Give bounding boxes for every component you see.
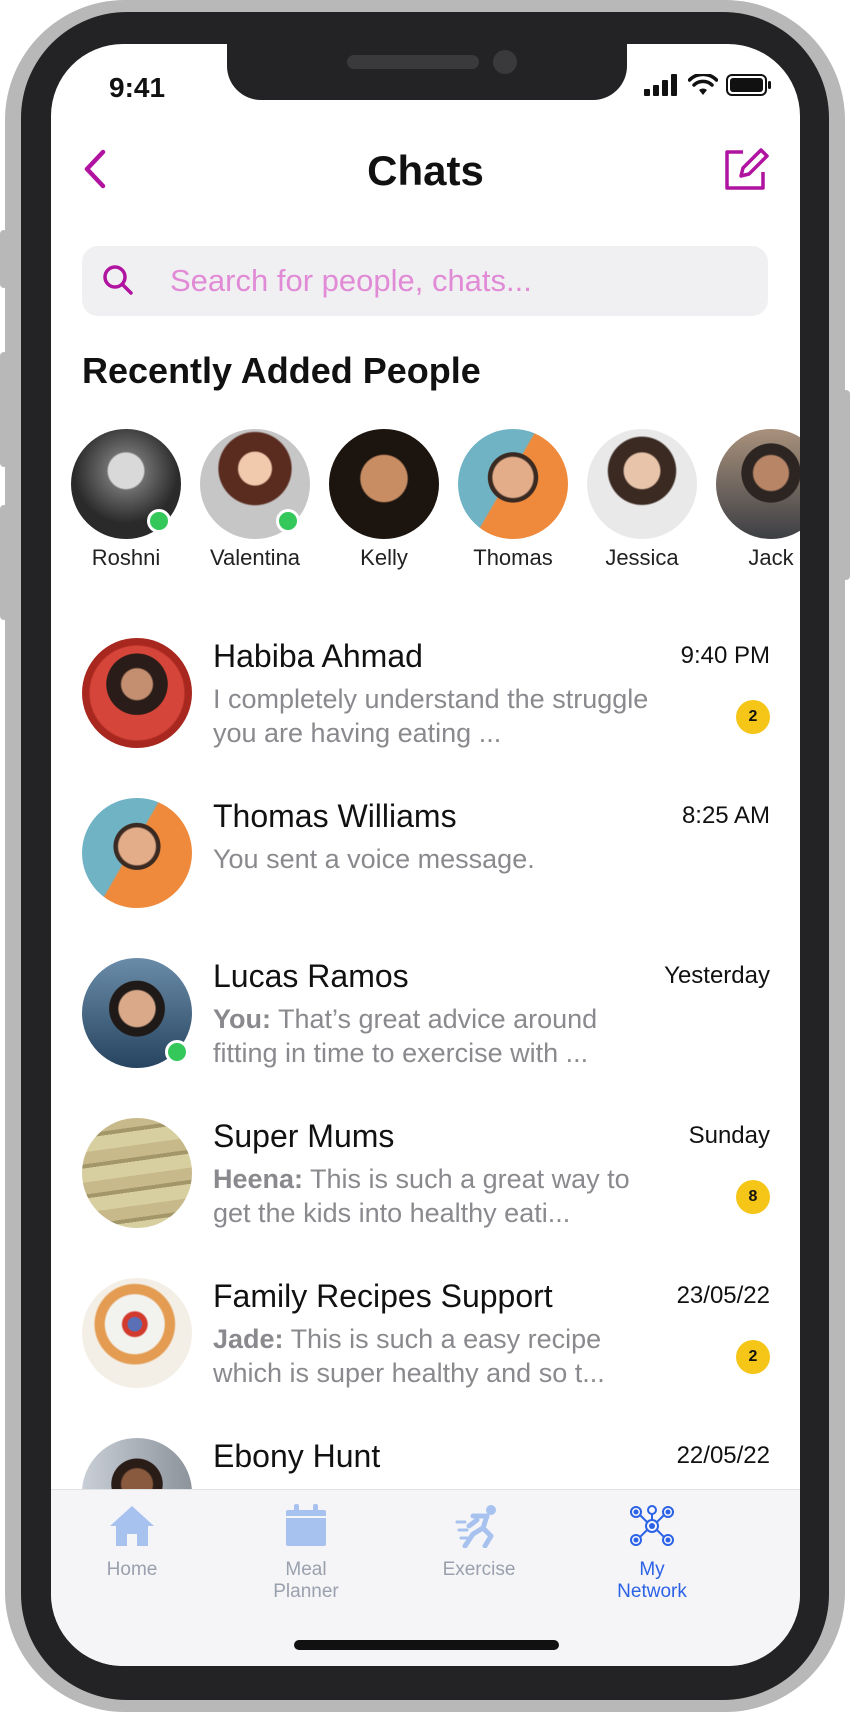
person-name: Kelly xyxy=(360,545,408,570)
recently-added-title: Recently Added People xyxy=(82,350,481,391)
avatar xyxy=(329,429,439,539)
notch xyxy=(227,44,627,100)
power-button xyxy=(842,390,850,580)
tab-my-network[interactable]: My Network xyxy=(577,1504,727,1603)
wifi-icon xyxy=(688,74,718,95)
network-icon xyxy=(630,1505,674,1546)
unread-badge: 8 xyxy=(736,1180,770,1214)
tab-meal-planner[interactable]: Meal Planner xyxy=(231,1504,381,1603)
chat-item-thomas-williams[interactable]: Thomas Williams 8:25 AM You sent a voice… xyxy=(51,798,800,948)
unread-badge: 2 xyxy=(736,700,770,734)
avatar xyxy=(587,429,697,539)
tab-label: My Network xyxy=(617,1559,687,1602)
chat-time: 9:40 PM xyxy=(680,642,770,669)
compose-button[interactable] xyxy=(721,144,771,194)
tab-label: Meal Planner xyxy=(273,1559,339,1602)
chat-name: Family Recipes Support xyxy=(213,1278,553,1314)
mute-switch xyxy=(0,230,8,288)
search-placeholder: Search for people, chats... xyxy=(170,263,532,298)
person-name: Roshni xyxy=(91,545,161,570)
chat-preview: Heena: This is such a great way to get t… xyxy=(213,1162,663,1230)
app-screen: 9:41 Chats Search for people, chats... R… xyxy=(51,44,800,1666)
chat-preview: I completely understand the struggle you… xyxy=(213,684,649,748)
person-valentina[interactable]: Valentina xyxy=(190,429,320,571)
tab-home[interactable]: Home xyxy=(57,1504,207,1581)
avatar xyxy=(82,1118,192,1228)
person-name: Thomas xyxy=(473,545,553,570)
tab-exercise[interactable]: Exercise xyxy=(404,1504,554,1581)
message-text: That’s great advice around fitting in ti… xyxy=(213,1004,598,1068)
search-icon xyxy=(103,265,133,295)
message-sender: Heena: xyxy=(213,1164,304,1194)
person-roshni[interactable]: Roshni xyxy=(61,429,191,571)
search-input[interactable]: Search for people, chats... xyxy=(82,246,768,316)
person-jessica[interactable]: Jessica xyxy=(577,429,707,571)
recently-added-people[interactable]: Roshni Valentina Kelly Thomas Jessica Ja… xyxy=(51,429,800,579)
avatar xyxy=(82,638,192,748)
volume-down-button xyxy=(0,505,8,620)
chat-item-lucas-ramos[interactable]: Lucas Ramos Yesterday You: That’s great … xyxy=(51,958,800,1108)
chat-time: 23/05/22 xyxy=(676,1282,770,1309)
volume-up-button xyxy=(0,352,8,467)
chat-time: Yesterday xyxy=(664,962,770,989)
message-sender: You: xyxy=(213,1004,271,1034)
chat-item-habiba-ahmad[interactable]: Habiba Ahmad 9:40 PM I completely unders… xyxy=(51,638,800,788)
person-name: Jessica xyxy=(605,545,679,570)
chat-time: 22/05/22 xyxy=(676,1442,770,1469)
home-indicator[interactable] xyxy=(294,1640,559,1650)
person-thomas[interactable]: Thomas xyxy=(448,429,578,571)
status-icons xyxy=(644,74,772,96)
person-name: Valentina xyxy=(209,545,301,570)
signal-icon xyxy=(644,74,677,96)
camera xyxy=(493,50,517,74)
chat-name: Ebony Hunt xyxy=(213,1438,381,1474)
avatar xyxy=(82,798,192,908)
online-indicator xyxy=(147,509,171,533)
avatar xyxy=(716,429,800,539)
chat-name: Thomas Williams xyxy=(213,798,457,834)
calendar-icon xyxy=(286,1504,326,1546)
battery-icon xyxy=(726,74,771,96)
person-name: Jack xyxy=(748,545,794,570)
chat-item-family-recipes-support[interactable]: Family Recipes Support 23/05/22 Jade: Th… xyxy=(51,1278,800,1428)
chat-preview: Jade: This is such a easy recipe which i… xyxy=(213,1322,663,1390)
tab-label: Home xyxy=(106,1559,158,1580)
chat-preview: You: That’s great advice around fitting … xyxy=(213,1002,663,1070)
home-icon xyxy=(110,1506,154,1546)
running-icon xyxy=(455,1505,496,1549)
chat-time: 8:25 AM xyxy=(681,802,770,829)
status-time: 9:41 xyxy=(109,72,166,103)
chat-name: Lucas Ramos xyxy=(213,958,409,994)
chat-name: Habiba Ahmad xyxy=(213,638,423,674)
unread-badge: 2 xyxy=(736,1340,770,1374)
chat-preview: You sent a voice message. xyxy=(213,844,535,874)
page-title: Chats xyxy=(367,147,484,194)
person-jack[interactable]: Jack xyxy=(706,429,800,571)
speaker xyxy=(347,55,479,69)
chat-item-super-mums[interactable]: Super Mums Sunday Heena: This is such a … xyxy=(51,1118,800,1268)
online-indicator xyxy=(276,509,300,533)
online-indicator xyxy=(165,1040,189,1064)
tab-label: Exercise xyxy=(442,1559,516,1580)
chat-name: Super Mums xyxy=(213,1118,395,1154)
avatar xyxy=(458,429,568,539)
avatar xyxy=(82,1278,192,1388)
chat-time: Sunday xyxy=(688,1122,770,1149)
message-sender: Jade: xyxy=(213,1324,284,1354)
person-kelly[interactable]: Kelly xyxy=(319,429,449,571)
